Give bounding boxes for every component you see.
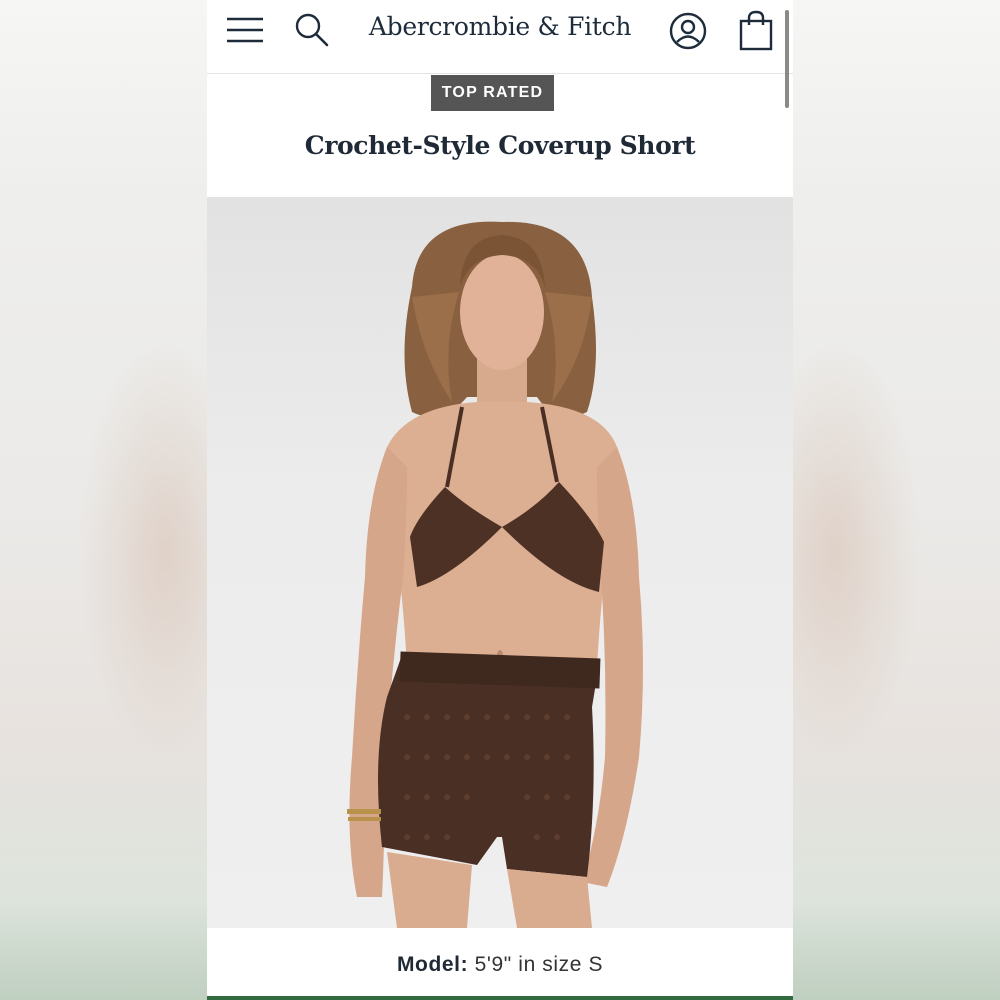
search-icon[interactable] — [293, 11, 331, 49]
blurred-background-right — [793, 0, 1000, 1000]
model-photo-illustration — [347, 221, 643, 928]
brand-logo[interactable]: Abercrombie & Fitch — [347, 12, 653, 41]
product-title: Crochet-Style Coverup Short — [304, 131, 696, 160]
mobile-page: Abercrombie & Fitch TOP RATED Crochet-St… — [207, 0, 793, 1000]
model-size-info: Model: 5'9" in size S — [207, 953, 793, 977]
account-icon[interactable] — [667, 10, 709, 52]
scrollbar[interactable] — [785, 10, 789, 108]
blurred-background-left — [0, 0, 207, 1000]
shopping-bag-icon[interactable] — [736, 9, 776, 53]
model-label: Model: — [396, 953, 469, 976]
model-size-value: 5'9" in size S — [474, 953, 604, 976]
top-rated-badge: TOP RATED — [431, 75, 554, 111]
site-header: Abercrombie & Fitch — [207, 0, 793, 74]
bottom-accent-bar — [207, 996, 793, 1000]
menu-icon[interactable] — [225, 14, 265, 46]
product-image[interactable] — [207, 197, 793, 928]
